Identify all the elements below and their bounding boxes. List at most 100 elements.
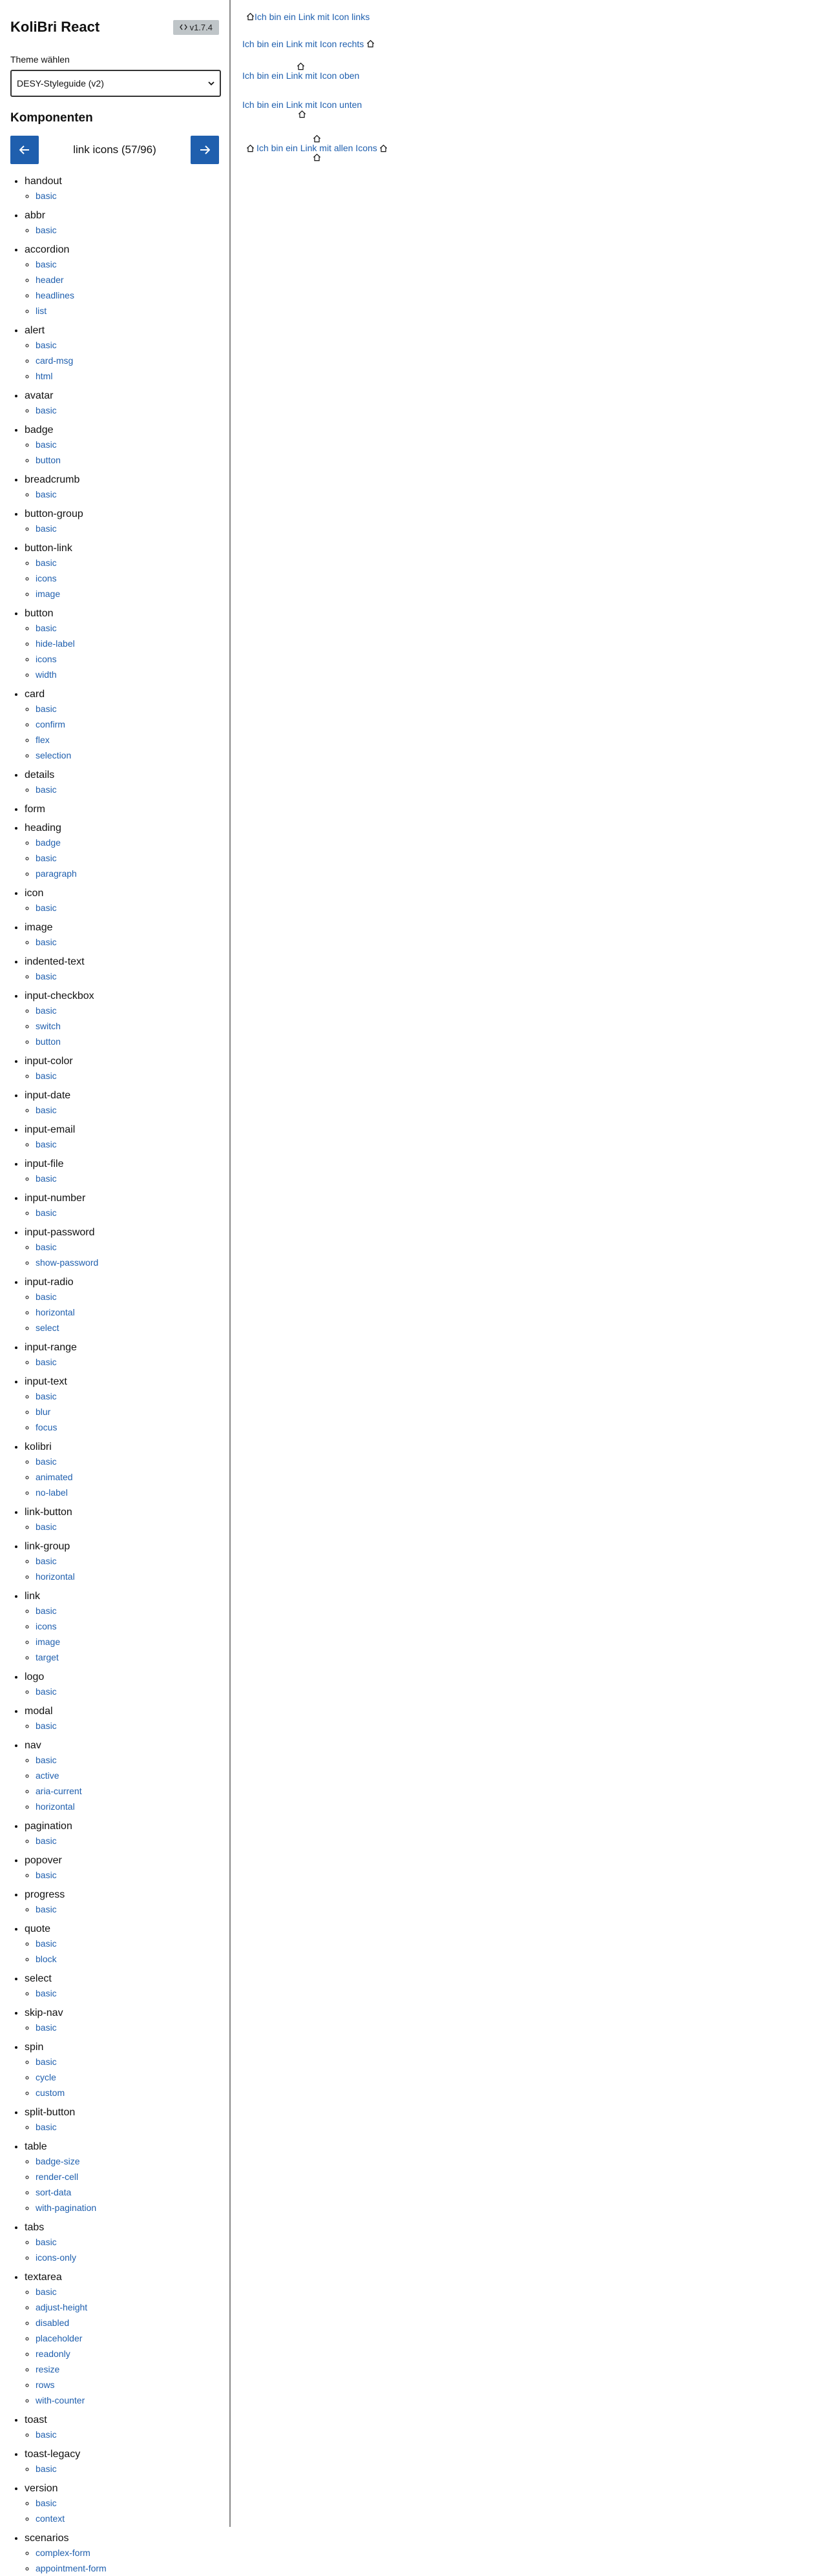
variant-link-basic[interactable]: basic — [36, 903, 57, 913]
variant-link-select[interactable]: select — [36, 1323, 59, 1333]
variant-link-basic[interactable]: basic — [36, 1456, 57, 1467]
variant-link-selection[interactable]: selection — [36, 750, 71, 760]
variant-link-basic[interactable]: basic — [36, 1105, 57, 1115]
variant-link-button[interactable]: button — [36, 1036, 61, 1047]
variant-link-cycle[interactable]: cycle — [36, 2072, 56, 2082]
variant-link-basic[interactable]: basic — [36, 2122, 57, 2132]
theme-select[interactable]: DESY-Styleguide (v2) — [10, 70, 221, 97]
variant-link-aria-current[interactable]: aria-current — [36, 1786, 82, 1796]
variant-link-basic[interactable]: basic — [36, 1556, 57, 1566]
variant-link-card-msg[interactable]: card-msg — [36, 355, 73, 366]
link-icon-left[interactable]: Ich bin ein Link mit Icon links — [246, 12, 370, 22]
variant-link-basic[interactable]: basic — [36, 2237, 57, 2247]
variant-link-basic[interactable]: basic — [36, 2287, 57, 2297]
variant-link-basic[interactable]: basic — [36, 1755, 57, 1765]
link-icon-top[interactable]: Ich bin ein Link mit Icon oben — [242, 62, 359, 81]
variant-link-blur[interactable]: blur — [36, 1407, 50, 1417]
variant-link-icons[interactable]: icons — [36, 1621, 57, 1631]
variant-link-basic[interactable]: basic — [36, 259, 57, 269]
variant-link-basic[interactable]: basic — [36, 1208, 57, 1218]
variant-link-show-password[interactable]: show-password — [36, 1257, 98, 1268]
variant-link-basic[interactable]: basic — [36, 623, 57, 633]
variant-link-horizontal[interactable]: horizontal — [36, 1307, 75, 1317]
variant-link-html[interactable]: html — [36, 371, 52, 381]
variant-link-sort-data[interactable]: sort-data — [36, 2187, 71, 2197]
variant-link-basic[interactable]: basic — [36, 1173, 57, 1184]
variant-link-basic[interactable]: basic — [36, 1357, 57, 1367]
variant-link-button[interactable]: button — [36, 455, 61, 465]
variant-link-placeholder[interactable]: placeholder — [36, 2333, 82, 2343]
variant-link-basic[interactable]: basic — [36, 1686, 57, 1697]
variant-link-custom[interactable]: custom — [36, 2088, 65, 2098]
variant-link-paragraph[interactable]: paragraph — [36, 868, 77, 879]
variant-link-basic[interactable]: basic — [36, 1721, 57, 1731]
variant-link-icons[interactable]: icons — [36, 654, 57, 664]
variant-link-width[interactable]: width — [36, 669, 57, 680]
variant-link-basic[interactable]: basic — [36, 1139, 57, 1149]
variant-link-basic[interactable]: basic — [36, 971, 57, 981]
variant-link-basic[interactable]: basic — [36, 1005, 57, 1016]
variant-link-basic[interactable]: basic — [36, 523, 57, 534]
variant-link-basic[interactable]: basic — [36, 405, 57, 415]
variant-link-basic[interactable]: basic — [36, 1836, 57, 1846]
variant-link-resize[interactable]: resize — [36, 2364, 59, 2374]
variant-link-basic[interactable]: basic — [36, 937, 57, 947]
variant-link-complex-form[interactable]: complex-form — [36, 2548, 90, 2558]
variant-link-basic[interactable]: basic — [36, 1988, 57, 1998]
variant-link-basic[interactable]: basic — [36, 439, 57, 450]
link-icon-all[interactable]: Ich bin ein Link mit allen Icons — [246, 134, 388, 162]
variant-link-hide-label[interactable]: hide-label — [36, 638, 75, 649]
variant-link-basic[interactable]: basic — [36, 2429, 57, 2440]
variant-link-with-pagination[interactable]: with-pagination — [36, 2203, 96, 2213]
variant-link-basic[interactable]: basic — [36, 1292, 57, 1302]
variant-link-switch[interactable]: switch — [36, 1021, 61, 1031]
variant-link-context[interactable]: context — [36, 2513, 65, 2524]
link-icon-right[interactable]: Ich bin ein Link mit Icon rechts — [242, 39, 375, 49]
variant-link-basic[interactable]: basic — [36, 1904, 57, 1914]
variant-link-basic[interactable]: basic — [36, 2498, 57, 2508]
variant-link-icons-only[interactable]: icons-only — [36, 2252, 76, 2263]
variant-link-readonly[interactable]: readonly — [36, 2349, 70, 2359]
variant-link-disabled[interactable]: disabled — [36, 2318, 69, 2328]
link-icon-bottom[interactable]: Ich bin ein Link mit Icon unten — [242, 99, 362, 118]
variant-link-animated[interactable]: animated — [36, 1472, 73, 1482]
variant-link-basic[interactable]: basic — [36, 1391, 57, 1401]
next-button[interactable] — [190, 136, 219, 164]
variant-link-rows[interactable]: rows — [36, 2380, 55, 2390]
variant-link-basic[interactable]: basic — [36, 1870, 57, 1880]
variant-link-badge-size[interactable]: badge-size — [36, 2156, 80, 2166]
variant-link-block[interactable]: block — [36, 1954, 57, 1964]
variant-link-basic[interactable]: basic — [36, 704, 57, 714]
variant-link-basic[interactable]: basic — [36, 1071, 57, 1081]
variant-link-with-counter[interactable]: with-counter — [36, 2395, 85, 2405]
previous-button[interactable] — [10, 136, 39, 164]
variant-link-confirm[interactable]: confirm — [36, 719, 65, 729]
variant-link-basic[interactable]: basic — [36, 1242, 57, 1252]
variant-link-basic[interactable]: basic — [36, 1606, 57, 1616]
variant-link-basic[interactable]: basic — [36, 191, 57, 201]
variant-link-render-cell[interactable]: render-cell — [36, 2172, 78, 2182]
variant-link-appointment-form[interactable]: appointment-form — [36, 2563, 107, 2573]
variant-link-basic[interactable]: basic — [36, 2022, 57, 2033]
variant-link-header[interactable]: header — [36, 275, 64, 285]
variant-link-image[interactable]: image — [36, 1637, 60, 1647]
variant-link-basic[interactable]: basic — [36, 558, 57, 568]
variant-link-basic[interactable]: basic — [36, 340, 57, 350]
variant-link-adjust-height[interactable]: adjust-height — [36, 2302, 87, 2312]
variant-link-basic[interactable]: basic — [36, 489, 57, 499]
variant-link-basic[interactable]: basic — [36, 2057, 57, 2067]
variant-link-flex[interactable]: flex — [36, 735, 50, 745]
variant-link-basic[interactable]: basic — [36, 1522, 57, 1532]
variant-link-basic[interactable]: basic — [36, 1938, 57, 1949]
variant-link-headlines[interactable]: headlines — [36, 290, 74, 300]
variant-link-horizontal[interactable]: horizontal — [36, 1801, 75, 1812]
variant-link-no-label[interactable]: no-label — [36, 1487, 68, 1498]
variant-link-focus[interactable]: focus — [36, 1422, 57, 1432]
variant-link-horizontal[interactable]: horizontal — [36, 1571, 75, 1582]
variant-link-icons[interactable]: icons — [36, 573, 57, 583]
variant-link-basic[interactable]: basic — [36, 784, 57, 795]
variant-link-basic[interactable]: basic — [36, 853, 57, 863]
variant-link-basic[interactable]: basic — [36, 2464, 57, 2474]
variant-link-target[interactable]: target — [36, 1652, 59, 1662]
variant-link-basic[interactable]: basic — [36, 225, 57, 235]
